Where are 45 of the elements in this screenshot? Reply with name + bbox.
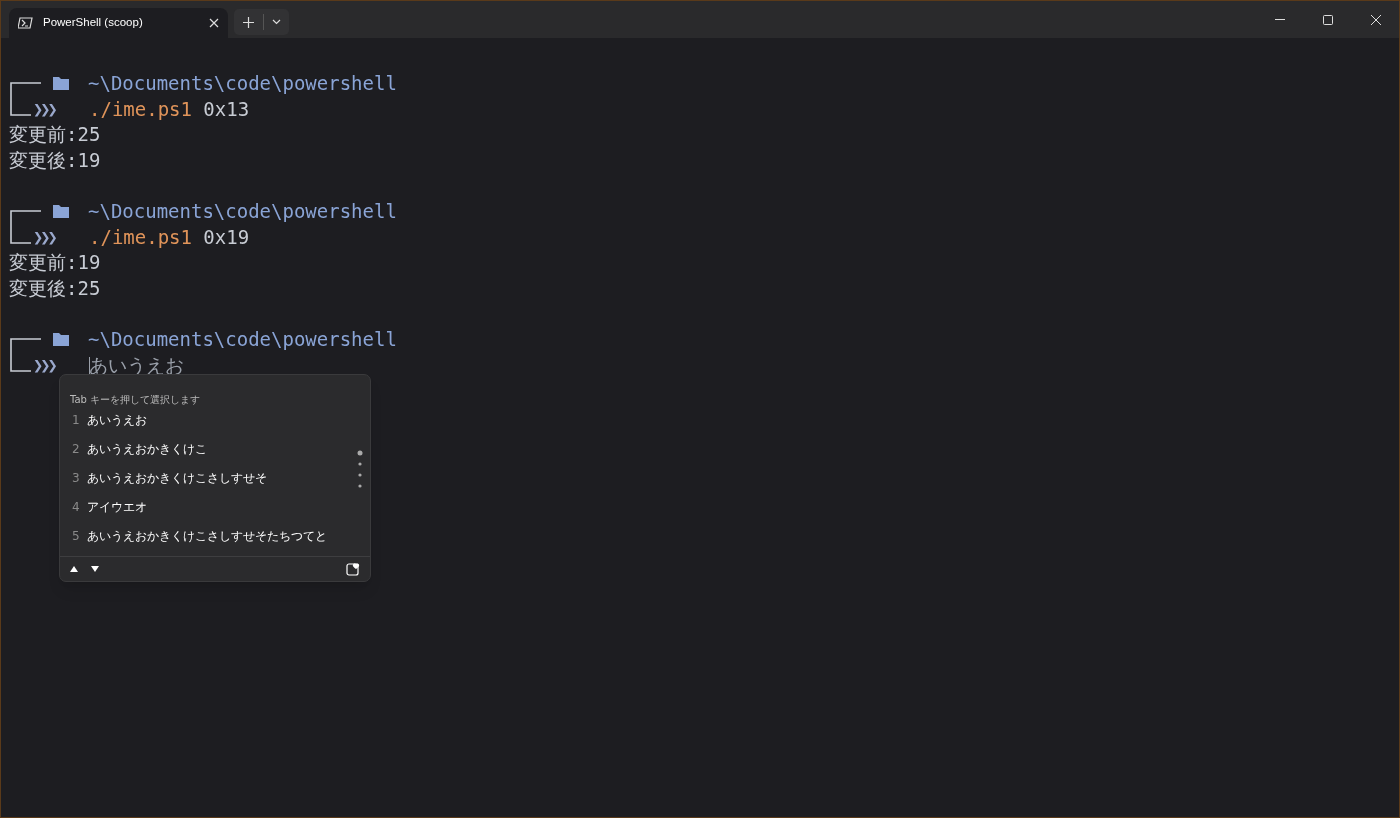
prompt-path: ~\Documents\code\powershell: [88, 198, 397, 224]
hint-text: Tab キーを押して選択します: [70, 394, 201, 405]
prompt-path: ~\Documents\code\powershell: [88, 326, 397, 352]
prompt-path: ~\Documents\code\powershell: [88, 71, 397, 96]
powershell-icon: [18, 17, 33, 29]
close-tab-icon[interactable]: [209, 18, 219, 28]
command-text: ./ime.ps1: [89, 96, 192, 122]
candidate-number: 1: [72, 411, 81, 429]
scrollbar-dots-icon: [357, 450, 363, 490]
candidate-text: あいうえおかきくけこ: [87, 440, 207, 458]
candidate-number: 2: [72, 440, 81, 458]
candidate-text: アイウエオ: [87, 498, 147, 516]
command-argument: 0x13: [203, 96, 250, 122]
candidate-text: あいうえおかきくけこさしすせそ: [87, 469, 267, 487]
page-up-icon[interactable]: [70, 566, 78, 572]
prompt-symbol: ❯❯❯: [33, 225, 57, 249]
folder-icon: [53, 205, 69, 219]
folder-icon: [53, 77, 69, 91]
prompt-symbol: ❯❯❯: [33, 97, 57, 121]
heart-note-icon[interactable]: [346, 562, 360, 576]
prompt-symbol: ❯❯❯: [33, 353, 57, 377]
candidate-number: 3: [72, 469, 81, 487]
output-line: 変更前:25: [9, 123, 101, 146]
command-argument: 0x19: [203, 224, 250, 250]
output-line: 変更後:19: [9, 148, 101, 171]
candidate-item[interactable]: 4 アイウエオ: [60, 492, 370, 521]
candidate-text: あいうえおかきくけこさしすせそたちつてと: [87, 527, 327, 545]
page-down-icon[interactable]: [91, 566, 99, 572]
new-tab-icon[interactable]: [243, 16, 254, 28]
tab-title: PowerShell (scoop): [43, 15, 144, 31]
terminal-tab[interactable]: PowerShell (scoop): [9, 8, 228, 38]
dropdown-icon[interactable]: [272, 19, 281, 25]
candidate-text: あいうえお: [87, 411, 147, 429]
output-line: 変更前:19: [9, 251, 101, 274]
candidate-number: 5: [72, 527, 81, 545]
output-line: 変更後:25: [9, 276, 101, 299]
maximize-icon[interactable]: [1323, 14, 1333, 25]
command-text: ./ime.ps1: [89, 224, 192, 250]
candidate-item[interactable]: 5 あいうえおかきくけこさしすせそたちつてと: [60, 521, 370, 550]
close-window-icon[interactable]: [1371, 14, 1381, 25]
candidate-number: 4: [72, 498, 81, 516]
folder-icon: [53, 333, 69, 347]
candidate-item[interactable]: 2 あいうえおかきくけこ: [60, 434, 370, 463]
candidate-item[interactable]: 3 あいうえおかきくけこさしすせそ: [60, 463, 370, 492]
candidate-item[interactable]: 1 あいうえお: [60, 405, 370, 434]
